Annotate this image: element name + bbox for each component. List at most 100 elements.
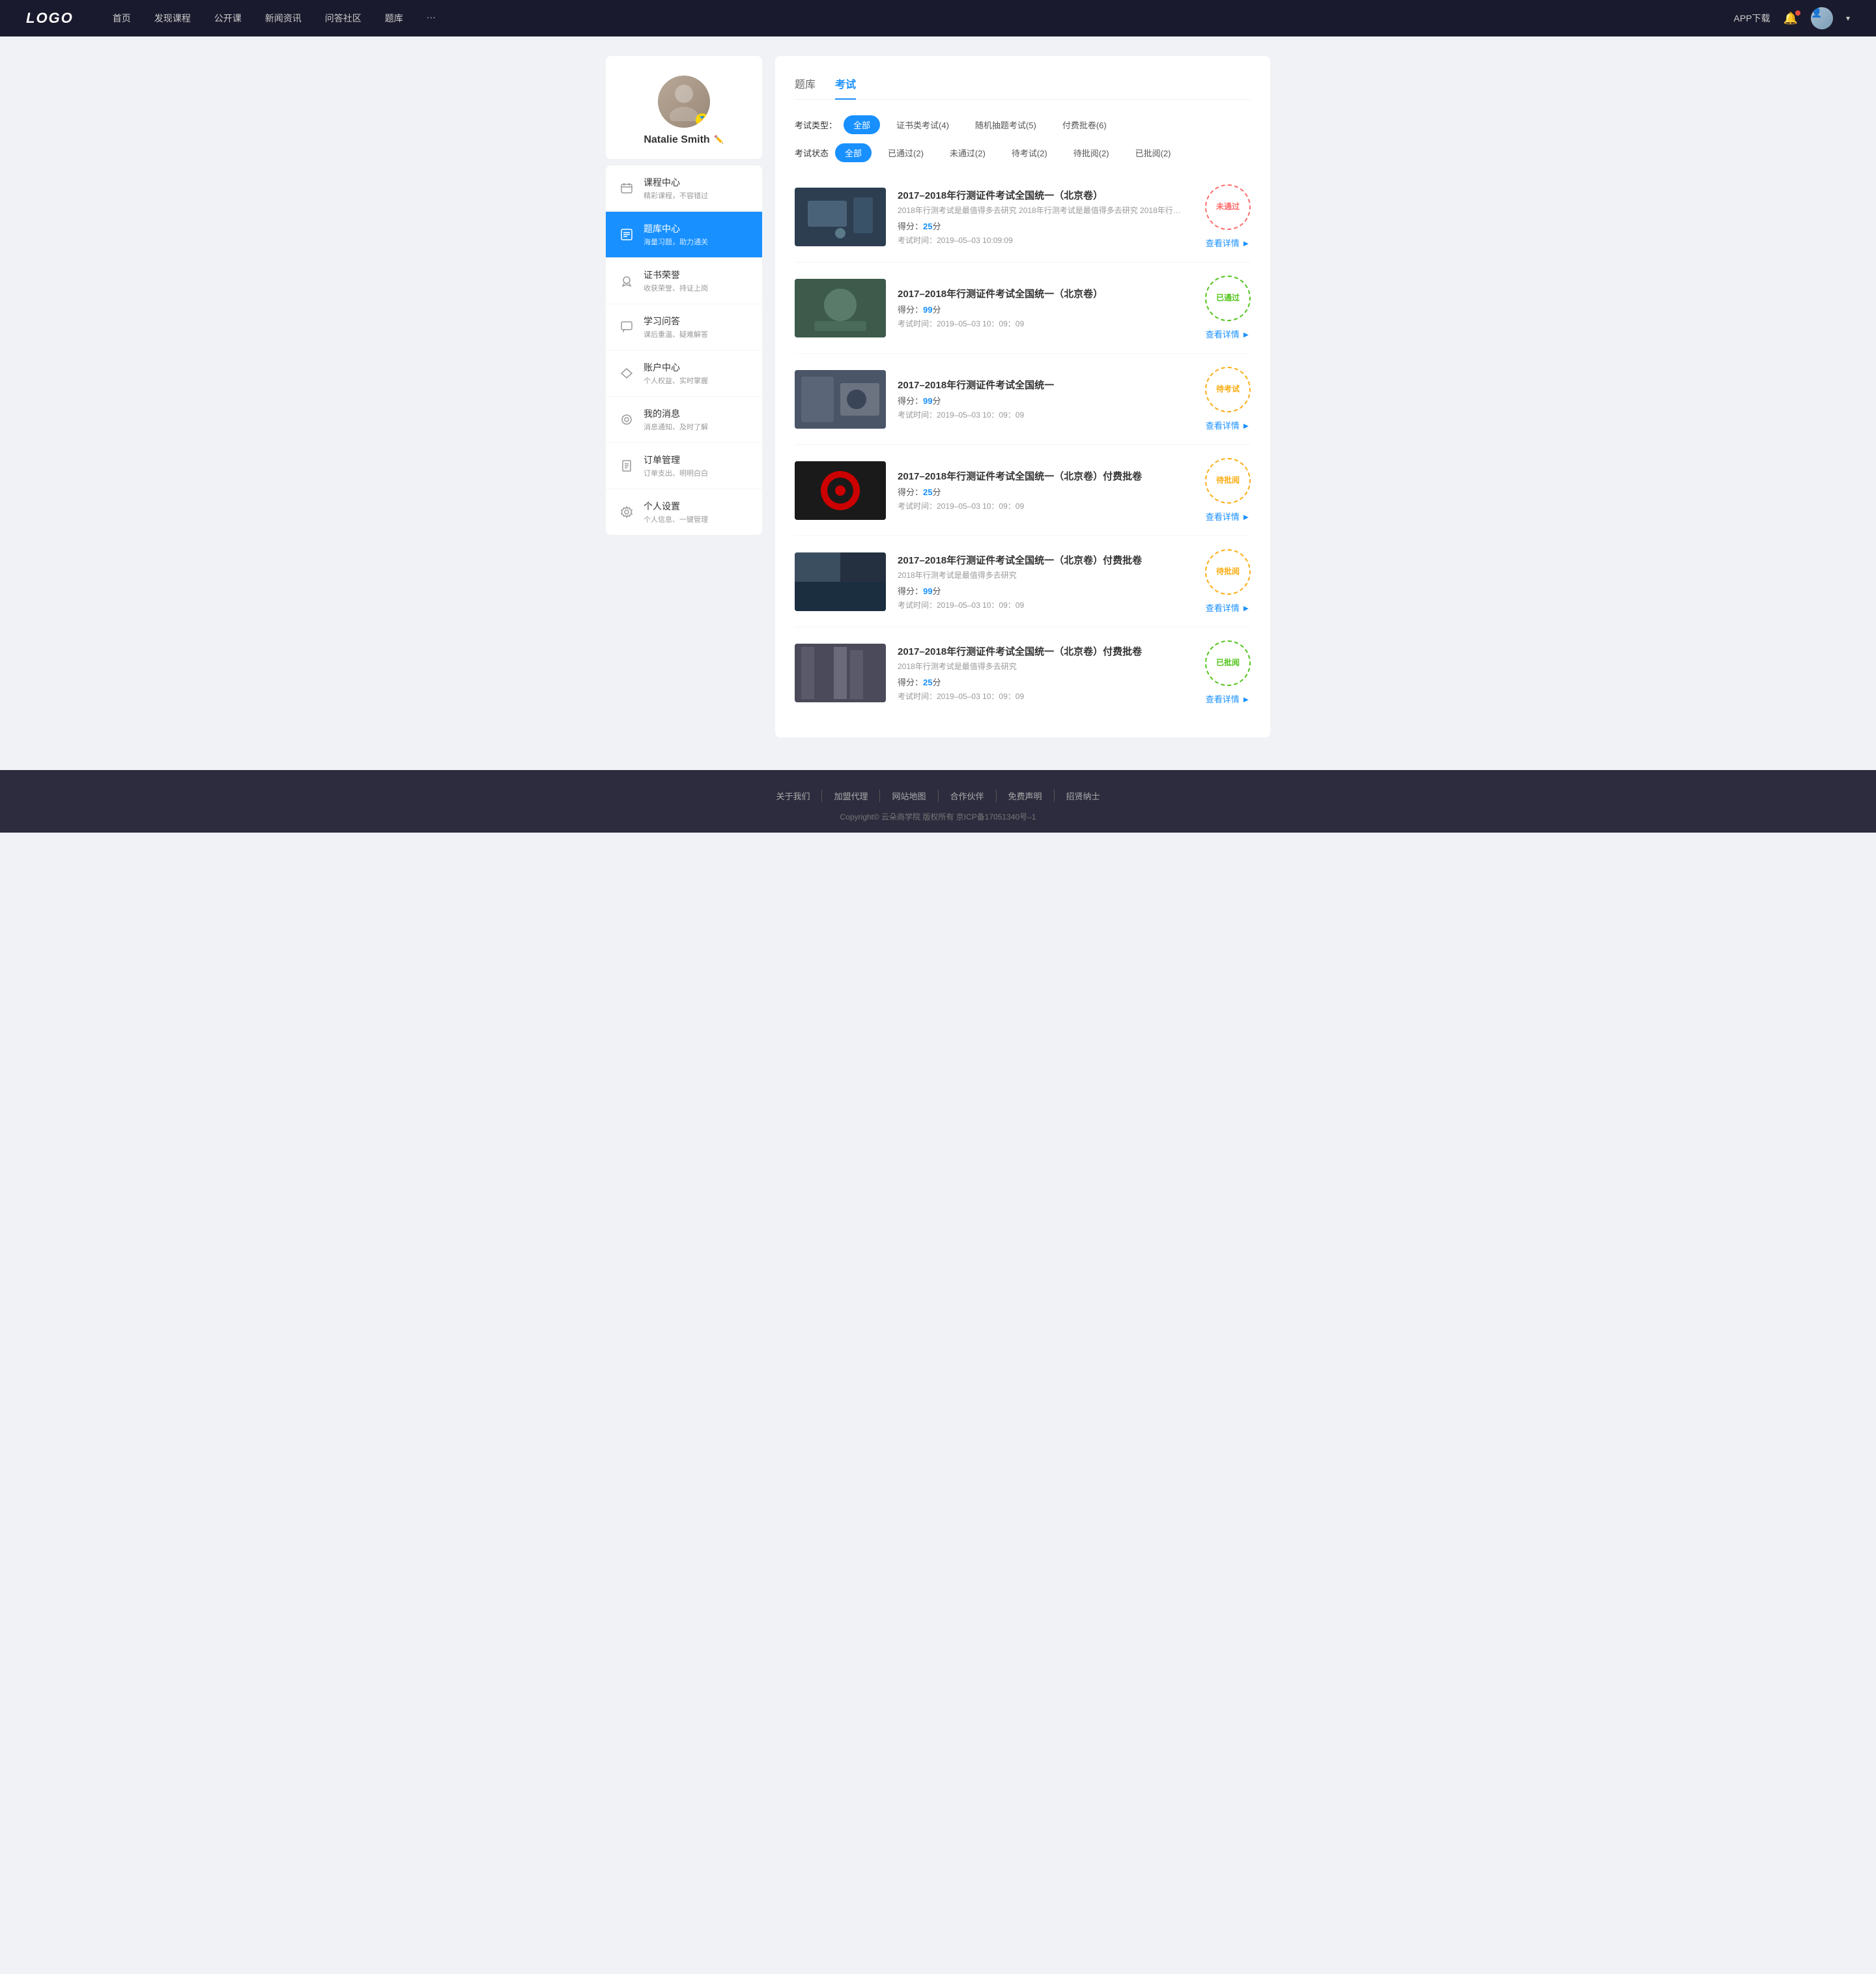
sidebar-item-account[interactable]: 账户中心 个人权益、实时掌握	[606, 350, 762, 397]
exam-detail-link-1[interactable]: 查看详情 ►	[1206, 236, 1250, 249]
qa-menu-text: 学习问答 课后重温、疑难解答	[644, 315, 749, 339]
sidebar-item-msg[interactable]: 我的消息 消息通知、及时了解	[606, 397, 762, 443]
filter-status-pass[interactable]: 已通过(2)	[878, 143, 933, 162]
sidebar-menu: 课程中心 精彩课程，不容错过 题库中心 海量习题，助力通关 证书荣誉	[606, 165, 762, 535]
person-icon	[668, 82, 700, 121]
sidebar-item-course[interactable]: 课程中心 精彩课程，不容错过	[606, 165, 762, 212]
exam-detail-link-2[interactable]: 查看详情 ►	[1206, 328, 1250, 340]
badge-icon	[619, 273, 634, 289]
nav-qa[interactable]: 问答社区	[325, 12, 362, 25]
header: LOGO 首页 发现课程 公开课 新闻资讯 问答社区 题库 ··· APP下载 …	[0, 0, 1876, 36]
exam-detail-link-5[interactable]: 查看详情 ►	[1206, 601, 1250, 614]
tab-bank[interactable]: 题库	[795, 76, 816, 99]
edit-icon[interactable]: ✏️	[714, 135, 724, 145]
filter-type-random[interactable]: 随机抽题考试(5)	[965, 115, 1046, 134]
exam-info-1: 2017–2018年行测证件考试全国统一（北京卷） 2018年行测考试是最值得多…	[898, 188, 1193, 246]
filter-type-all[interactable]: 全部	[844, 115, 880, 134]
logo[interactable]: LOGO	[26, 10, 74, 27]
filter-status-reviewing[interactable]: 待批阅(2)	[1064, 143, 1119, 162]
filter-type-row: 考试类型： 全部 证书类考试(4) 随机抽题考试(5) 付费批卷(6)	[795, 115, 1251, 134]
settings-menu-sub: 个人信息、一键管理	[644, 514, 749, 524]
exam-status-badge-1: 未通过	[1205, 184, 1251, 230]
nav-more[interactable]: ···	[427, 12, 436, 25]
gear-icon	[619, 504, 634, 520]
exam-detail-link-6[interactable]: 查看详情 ►	[1206, 693, 1250, 705]
filter-status-pending[interactable]: 待考试(2)	[1002, 143, 1057, 162]
app-download-link[interactable]: APP下载	[1734, 12, 1770, 25]
nav-bank[interactable]: 题库	[385, 12, 403, 25]
sidebar-item-cert[interactable]: 证书荣誉 收获荣誉、持证上岗	[606, 258, 762, 304]
sidebar-item-order[interactable]: 订单管理 订单支出、明明白白	[606, 443, 762, 489]
footer-link-3[interactable]: 合作伙伴	[939, 790, 997, 802]
footer-link-1[interactable]: 加盟代理	[822, 790, 880, 802]
filter-status-all[interactable]: 全部	[835, 143, 872, 162]
exam-desc-5: 2018年行测考试是最值得多去研究	[898, 569, 1193, 580]
order-menu-text: 订单管理 订单支出、明明白白	[644, 453, 749, 478]
filter-type-paid[interactable]: 付费批卷(6)	[1053, 115, 1116, 134]
exam-detail-link-3[interactable]: 查看详情 ►	[1206, 419, 1250, 431]
content-tabs: 题库 考试	[795, 76, 1251, 100]
account-menu-title: 账户中心	[644, 361, 749, 374]
course-menu-title: 课程中心	[644, 176, 749, 189]
notification-dot	[1795, 10, 1800, 16]
exam-detail-link-4[interactable]: 查看详情 ►	[1206, 510, 1250, 522]
qa-menu-sub: 课后重温、疑难解答	[644, 329, 749, 339]
profile-avatar: 🏅	[658, 76, 710, 128]
course-menu-text: 课程中心 精彩课程，不容错过	[644, 176, 749, 201]
exam-time-6: 考试时间：2019–05–03 10：09：09	[898, 691, 1193, 702]
exam-status-badge-5: 待批阅	[1205, 549, 1251, 595]
bank-menu-sub: 海量习题，助力通关	[644, 236, 749, 247]
chat-icon	[619, 319, 634, 335]
filter-status-fail[interactable]: 未通过(2)	[940, 143, 995, 162]
footer-link-0[interactable]: 关于我们	[764, 790, 822, 802]
exam-thumb-1	[795, 188, 886, 246]
exam-time-1: 考试时间：2019–05–03 10:09:09	[898, 235, 1193, 246]
bank-menu-title: 题库中心	[644, 222, 749, 235]
footer-link-2[interactable]: 网站地图	[880, 790, 938, 802]
exam-score-1: 得分：25分	[898, 220, 1193, 232]
notification-bell[interactable]: 🔔	[1784, 12, 1798, 25]
exam-thumb-5	[795, 552, 886, 611]
exam-item-4: 2017–2018年行测证件考试全国统一（北京卷）付费批卷 得分：25分 考试时…	[795, 445, 1251, 536]
order-menu-sub: 订单支出、明明白白	[644, 468, 749, 478]
exam-desc-1: 2018年行测考试是最值得多去研究 2018年行测考试是最值得多去研究 2018…	[898, 205, 1193, 216]
profile-badge: 🏅	[696, 113, 709, 126]
course-menu-sub: 精彩课程，不容错过	[644, 190, 749, 201]
exam-action-3: 待考试 查看详情 ►	[1205, 367, 1251, 431]
sidebar-item-qa[interactable]: 学习问答 课后重温、疑难解答	[606, 304, 762, 350]
nav-home[interactable]: 首页	[113, 12, 131, 25]
settings-menu-title: 个人设置	[644, 500, 749, 513]
exam-status-badge-2: 已通过	[1205, 276, 1251, 321]
nav-opencourse[interactable]: 公开课	[214, 12, 242, 25]
exam-status-badge-4: 待批阅	[1205, 458, 1251, 504]
exam-info-6: 2017–2018年行测证件考试全国统一（北京卷）付费批卷 2018年行测考试是…	[898, 644, 1193, 702]
nav-discover[interactable]: 发现课程	[154, 12, 191, 25]
profile-name-text: Natalie Smith	[644, 134, 709, 146]
sidebar-item-settings[interactable]: 个人设置 个人信息、一键管理	[606, 489, 762, 535]
diamond-icon	[619, 365, 634, 381]
exam-desc-6: 2018年行测考试是最值得多去研究	[898, 661, 1193, 672]
footer-link-4[interactable]: 免费声明	[997, 790, 1055, 802]
filter-status-row: 考试状态 全部 已通过(2) 未通过(2) 待考试(2) 待批阅(2) 已批阅(…	[795, 143, 1251, 162]
tab-exam[interactable]: 考试	[835, 76, 856, 99]
exam-item-5: 2017–2018年行测证件考试全国统一（北京卷）付费批卷 2018年行测考试是…	[795, 536, 1251, 627]
cert-menu-text: 证书荣誉 收获荣誉、持证上岗	[644, 268, 749, 293]
footer-copyright: Copyright© 云朵商学院 版权所有 京ICP备17051340号–1	[0, 811, 1876, 822]
sidebar-item-bank[interactable]: 题库中心 海量习题，助力通关	[606, 212, 762, 258]
exam-status-badge-6: 已批阅	[1205, 640, 1251, 686]
exam-info-5: 2017–2018年行测证件考试全国统一（北京卷）付费批卷 2018年行测考试是…	[898, 553, 1193, 610]
filter-status-reviewed[interactable]: 已批阅(2)	[1126, 143, 1181, 162]
list-icon	[619, 227, 634, 242]
avatar[interactable]: 👤	[1811, 7, 1833, 29]
exam-time-5: 考试时间：2019–05–03 10：09：09	[898, 599, 1193, 610]
nav-news[interactable]: 新闻资讯	[265, 12, 302, 25]
exam-score-2: 得分：99分	[898, 303, 1193, 315]
exam-score-6: 得分：25分	[898, 676, 1193, 688]
order-menu-title: 订单管理	[644, 453, 749, 466]
chevron-down-icon[interactable]: ▾	[1846, 14, 1850, 23]
exam-info-3: 2017–2018年行测证件考试全国统一 得分：99分 考试时间：2019–05…	[898, 378, 1193, 420]
footer-link-5[interactable]: 招贤纳士	[1055, 790, 1112, 802]
exam-status-badge-3: 待考试	[1205, 367, 1251, 412]
filter-type-cert[interactable]: 证书类考试(4)	[887, 115, 959, 134]
exam-item-3: 2017–2018年行测证件考试全国统一 得分：99分 考试时间：2019–05…	[795, 354, 1251, 445]
